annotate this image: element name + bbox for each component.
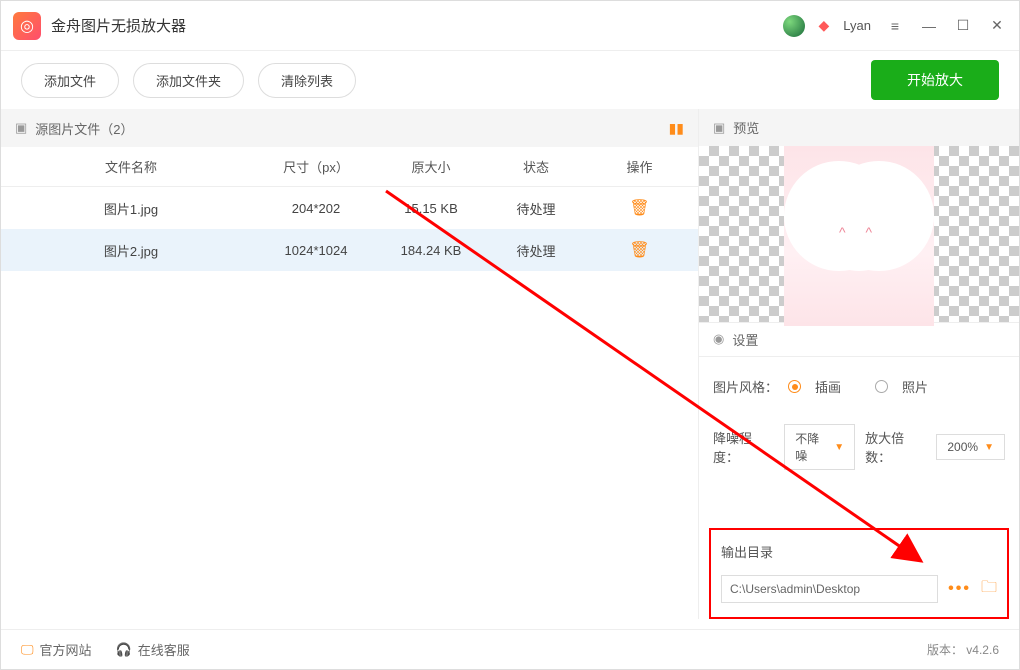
preview-header: ▣ 预览 [699,109,1019,146]
avatar[interactable] [783,15,805,37]
cell-status: 待处理 [491,199,581,218]
settings-label: 设置 [732,330,758,349]
col-action: 操作 [581,157,698,176]
start-button[interactable]: 开始放大 [871,60,999,100]
style-illustration-label: 插画 [815,377,841,396]
zoom-label: 放大倍数： [865,428,926,466]
app-icon: ◎ [13,12,41,40]
cell-orig: 15.15 KB [371,201,491,216]
app-title: 金舟图片无损放大器 [51,15,186,36]
cell-name: 图片2.jpg [1,241,261,260]
col-size: 尺寸（px） [261,157,371,176]
zoom-value: 200% [947,440,978,454]
add-file-button[interactable]: 添加文件 [21,63,119,98]
version-label: 版本： v4.2.6 [927,641,999,658]
delete-icon[interactable]: 🗑 [629,242,649,259]
website-link[interactable]: 🖵 官方网站 [21,640,92,659]
col-orig: 原大小 [371,157,491,176]
table-row[interactable]: 图片2.jpg 1024*1024 184.24 KB 待处理 🗑 [1,229,698,271]
preview-box [699,146,1019,322]
minimize-button[interactable]: — [919,16,939,36]
table-row[interactable]: 图片1.jpg 204*202 15.15 KB 待处理 🗑 [1,187,698,229]
headset-icon: 🎧 [116,642,132,658]
denoise-zoom-row: 降噪程度： 不降噪 ▼ 放大倍数： 200% ▼ [713,424,1005,470]
add-folder-button[interactable]: 添加文件夹 [133,63,244,98]
clear-list-button[interactable]: 清除列表 [258,63,356,98]
col-name: 文件名称 [1,157,261,176]
folder-icon[interactable]: 🗀 [981,576,997,603]
cell-size: 204*202 [261,201,371,216]
settings-header: ◉ 设置 [699,322,1019,357]
style-row: 图片风格： 插画 照片 [713,377,1005,396]
right-pane: ▣ 预览 ◉ 设置 图片风格： 插画 照片 降噪程度： 不降噪 ▼ [699,109,1019,619]
gear-icon: ◉ [713,331,724,347]
view-toggle-icon[interactable]: ▮▮ [669,120,684,137]
preview-image [784,146,934,326]
close-button[interactable]: ✕ [987,16,1007,36]
footer: 🖵 官方网站 🎧 在线客服 版本： v4.2.6 [1,629,1019,669]
cell-orig: 184.24 KB [371,243,491,258]
left-pane: ▣ 源图片文件（2） ▮▮ 文件名称 尺寸（px） 原大小 状态 操作 图片1.… [1,109,699,619]
titlebar: ◎ 金舟图片无损放大器 ◆ Lyan ≡ — ☐ ✕ [1,1,1019,51]
denoise-select[interactable]: 不降噪 ▼ [784,424,855,470]
website-label: 官方网站 [40,640,92,659]
preview-icon: ▣ [713,120,725,136]
radio-illustration[interactable] [788,380,801,393]
vip-diamond-icon: ◆ [819,17,830,34]
denoise-value: 不降噪 [795,430,828,464]
cell-status: 待处理 [491,241,581,260]
table-header: 文件名称 尺寸（px） 原大小 状态 操作 [1,147,698,187]
style-photo-label: 照片 [902,377,928,396]
denoise-label: 降噪程度： [713,428,774,466]
radio-photo[interactable] [875,380,888,393]
output-path-input[interactable]: C:\Users\admin\Desktop [721,575,938,603]
preview-label: 预览 [733,118,759,137]
output-box: 输出目录 C:\Users\admin\Desktop ••• 🗀 [709,528,1009,619]
source-files-header: ▣ 源图片文件（2） ▮▮ [1,109,698,147]
delete-icon[interactable]: 🗑 [629,200,649,217]
chevron-down-icon: ▼ [984,442,994,453]
source-files-label: 源图片文件（2） [35,119,133,138]
support-link[interactable]: 🎧 在线客服 [116,640,190,659]
more-icon[interactable]: ••• [948,580,971,598]
col-status: 状态 [491,157,581,176]
cell-name: 图片1.jpg [1,199,261,218]
image-icon: ▣ [15,120,27,136]
cell-size: 1024*1024 [261,243,371,258]
style-label: 图片风格： [713,377,778,396]
maximize-button[interactable]: ☐ [953,16,973,36]
settings-body: 图片风格： 插画 照片 降噪程度： 不降噪 ▼ 放大倍数： 200% ▼ [699,357,1019,518]
output-label: 输出目录 [721,542,997,561]
username: Lyan [843,18,871,33]
support-label: 在线客服 [138,640,190,659]
menu-icon[interactable]: ≡ [885,16,905,36]
toolbar: 添加文件 添加文件夹 清除列表 开始放大 [1,51,1019,109]
monitor-icon: 🖵 [21,642,34,658]
chevron-down-icon: ▼ [834,442,844,453]
zoom-select[interactable]: 200% ▼ [936,434,1005,460]
